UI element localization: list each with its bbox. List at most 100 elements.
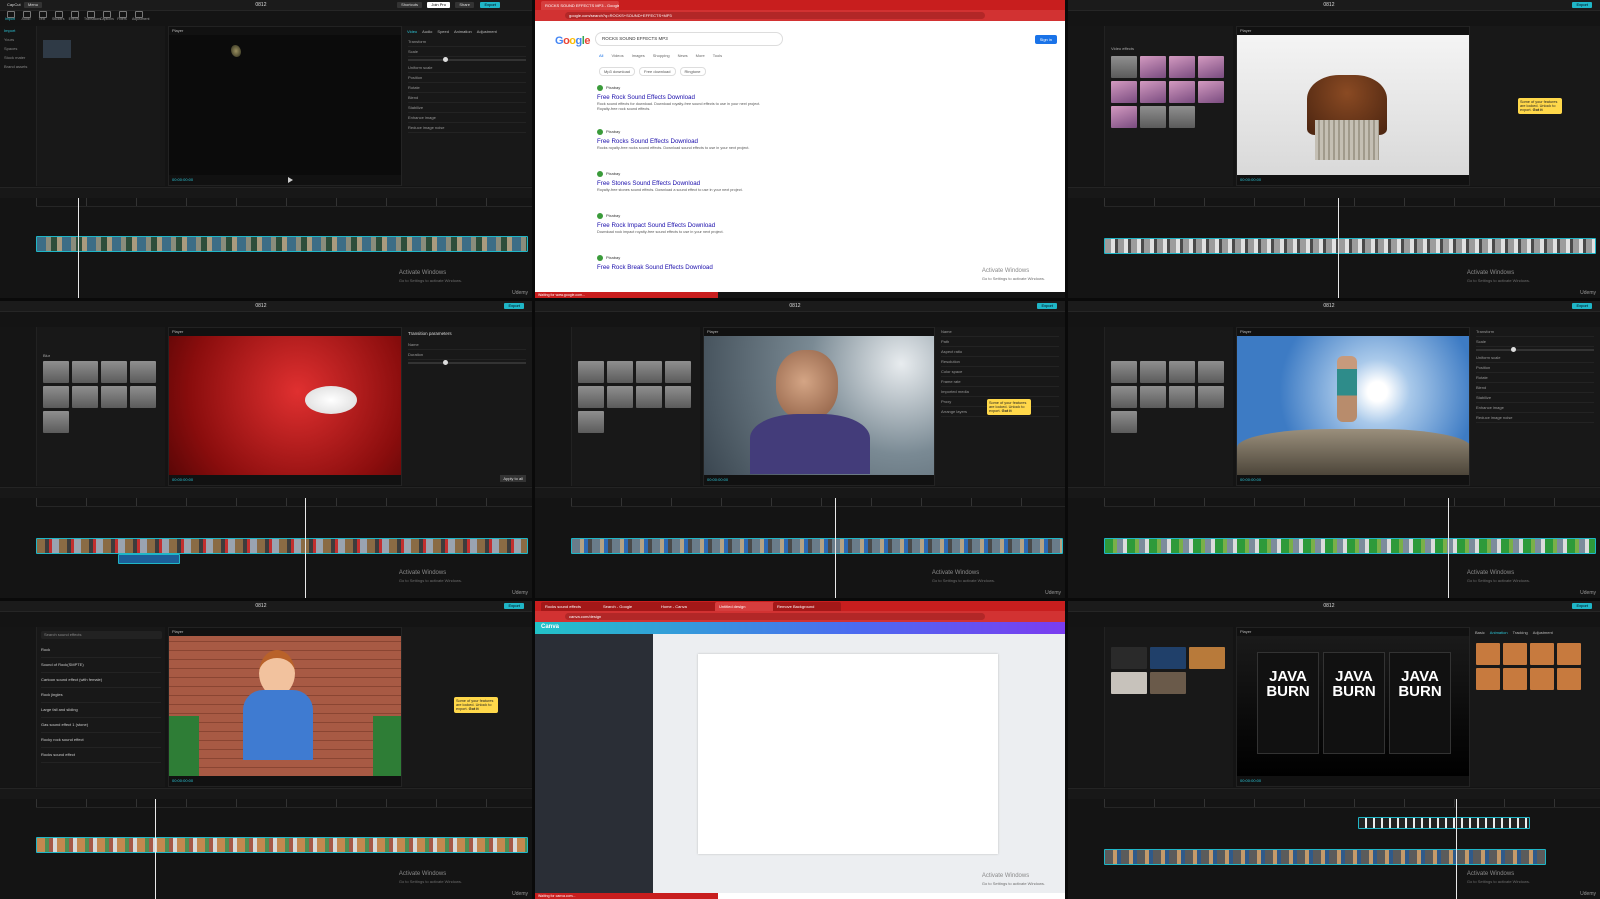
menu-button[interactable]: Menu (24, 2, 43, 8)
export-button[interactable]: Export (1572, 303, 1592, 309)
transition-thumb[interactable] (72, 386, 98, 408)
browser-tab[interactable]: Untitled design (715, 602, 775, 611)
transition-thumb[interactable] (1198, 386, 1224, 408)
overlay-track[interactable] (1358, 817, 1530, 829)
search-tab[interactable]: All (599, 53, 603, 58)
tab-tracking[interactable]: Tracking (1513, 630, 1528, 635)
animation-thumb[interactable] (1503, 643, 1527, 665)
sound-item[interactable]: Large fall and sliding (41, 703, 161, 718)
search-tab[interactable]: News (678, 53, 688, 58)
result-link[interactable]: Free Stones Sound Effects Download (597, 180, 767, 187)
tool-text[interactable]: Text (36, 10, 48, 22)
search-tab[interactable]: Videos (611, 53, 623, 58)
tab-adjustment[interactable]: Adjustment (477, 29, 497, 34)
media-thumb[interactable] (1150, 672, 1186, 694)
sound-item[interactable]: Rock (41, 643, 161, 658)
transition-thumb[interactable] (101, 386, 127, 408)
browser-tab[interactable]: ROCKS SOUND EFFECTS MP3 - Google Search (541, 1, 619, 10)
playhead[interactable] (78, 198, 79, 298)
media-thumb[interactable] (1111, 647, 1147, 669)
sound-item[interactable]: Rocky rock sound effect (41, 733, 161, 748)
search-input[interactable]: ROCKS SOUND EFFECTS MP3 (595, 32, 783, 46)
transition-thumb[interactable] (43, 411, 69, 433)
tool-stickers[interactable]: Stickers (52, 10, 64, 22)
transition-thumb[interactable] (101, 361, 127, 383)
chip[interactable]: Ringtone (679, 67, 706, 76)
transition-thumb[interactable] (1169, 386, 1195, 408)
tool-effects[interactable]: Effects (68, 10, 80, 22)
tab-speed[interactable]: Speed (437, 29, 449, 34)
transition-thumb[interactable] (1111, 411, 1137, 433)
sidebar-item[interactable]: Brand assets (0, 62, 36, 71)
url-field[interactable]: canva.com/design (565, 613, 985, 620)
tool-audio[interactable]: Audio (20, 10, 32, 22)
scale-slider[interactable] (408, 57, 526, 62)
sound-item[interactable]: Rocks sound effect (41, 748, 161, 763)
media-thumbnail[interactable] (43, 40, 71, 58)
media-thumb[interactable] (1111, 672, 1147, 694)
transition-thumb[interactable] (72, 361, 98, 383)
video-track[interactable] (36, 837, 528, 853)
video-track[interactable] (1104, 238, 1596, 254)
transition-thumb[interactable] (578, 361, 604, 383)
sound-item[interactable]: Sound of Rock(SMPTE) (41, 658, 161, 673)
playhead[interactable] (305, 498, 306, 598)
video-track[interactable] (36, 538, 528, 554)
export-button[interactable]: Export (1037, 303, 1057, 309)
effect-thumb[interactable] (1111, 81, 1137, 103)
effect-thumb[interactable] (1169, 56, 1195, 78)
export-button[interactable]: Export (1572, 2, 1592, 8)
export-button[interactable]: Export (504, 603, 524, 609)
search-tab[interactable]: Shopping (653, 53, 670, 58)
playhead[interactable] (1338, 198, 1339, 298)
media-thumb[interactable] (1150, 647, 1186, 669)
transition-thumb[interactable] (578, 411, 604, 433)
search-input[interactable]: Search sound effects (41, 631, 162, 639)
animation-thumb[interactable] (1476, 668, 1500, 690)
transition-thumb[interactable] (578, 386, 604, 408)
browser-tab[interactable]: Rocks sound effects (541, 602, 601, 611)
transition-thumb[interactable] (1140, 386, 1166, 408)
effect-thumb[interactable] (1140, 56, 1166, 78)
tool-filters[interactable]: Filters (116, 10, 128, 22)
play-icon[interactable] (288, 177, 293, 183)
tool-captions[interactable]: Captions (100, 10, 114, 22)
transition-thumb[interactable] (130, 386, 156, 408)
design-canvas[interactable] (698, 654, 998, 854)
video-track[interactable] (36, 236, 528, 252)
video-track[interactable] (1104, 538, 1596, 554)
sound-item[interactable]: Gas sound effect 1 (stone) (41, 718, 161, 733)
share-button[interactable]: Share (455, 2, 474, 8)
effect-thumb[interactable] (1198, 56, 1224, 78)
search-tab[interactable]: More (696, 53, 705, 58)
playhead[interactable] (1456, 799, 1457, 899)
playhead[interactable] (835, 498, 836, 598)
audio-clip[interactable] (118, 554, 180, 564)
animation-thumb[interactable] (1476, 643, 1500, 665)
tooltip-button[interactable]: Got it (469, 707, 479, 711)
animation-thumb[interactable] (1557, 643, 1581, 665)
join-pro-button[interactable]: Join Pro (427, 2, 450, 8)
duration-slider[interactable] (408, 360, 526, 365)
playhead[interactable] (155, 799, 156, 899)
result-link[interactable]: Free Rocks Sound Effects Download (597, 138, 767, 145)
tooltip-button[interactable]: Got it (1002, 409, 1012, 413)
sound-item[interactable]: Cartoon sound effect (with female) (41, 673, 161, 688)
animation-thumb[interactable] (1503, 668, 1527, 690)
transition-thumb[interactable] (1169, 361, 1195, 383)
tool-transitions[interactable]: Transitions (84, 10, 101, 22)
tool-import[interactable]: Import (4, 10, 16, 22)
effect-thumb[interactable] (1169, 81, 1195, 103)
tab-audio[interactable]: Audio (422, 29, 432, 34)
tab-animation[interactable]: Animation (1490, 630, 1508, 635)
chip[interactable]: Free download (639, 67, 676, 76)
browser-tab[interactable]: Home - Canva (657, 602, 717, 611)
effect-thumb[interactable] (1111, 56, 1137, 78)
tool-adjustment[interactable]: Adjustment (132, 10, 150, 22)
export-button[interactable]: Export (480, 2, 500, 8)
transition-thumb[interactable] (1111, 386, 1137, 408)
effect-thumb[interactable] (1140, 81, 1166, 103)
effect-thumb[interactable] (1140, 106, 1166, 128)
transition-thumb[interactable] (636, 386, 662, 408)
tooltip-button[interactable]: Got it (1533, 108, 1543, 112)
